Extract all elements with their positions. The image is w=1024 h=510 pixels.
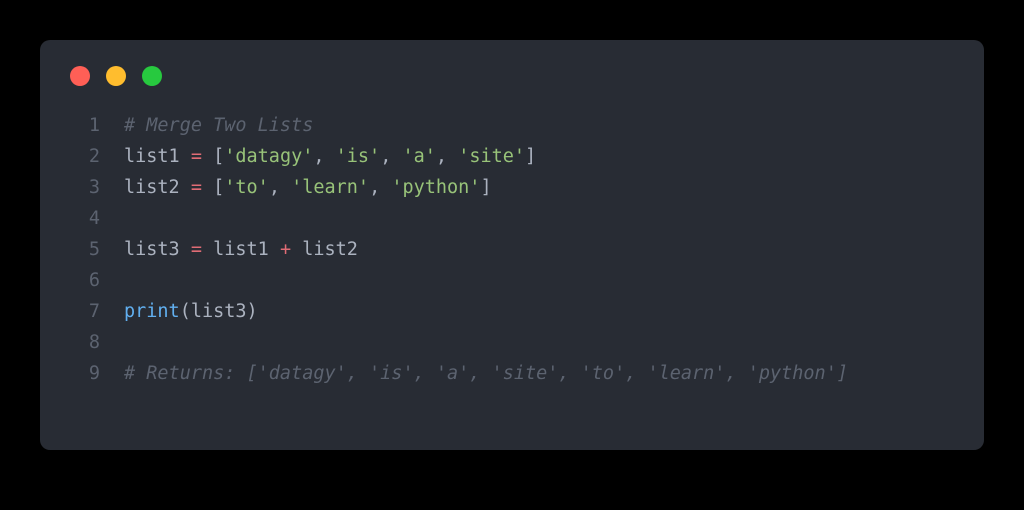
token: ] bbox=[480, 177, 491, 198]
code-line: 9# Returns: ['datagy', 'is', 'a', 'site'… bbox=[60, 358, 964, 389]
token: = bbox=[191, 146, 202, 167]
line-content: list2 = ['to', 'learn', 'python'] bbox=[124, 172, 492, 203]
code-line: 3list2 = ['to', 'learn', 'python'] bbox=[60, 172, 964, 203]
line-number: 2 bbox=[60, 141, 124, 172]
code-line: 6 bbox=[60, 265, 964, 296]
code-line: 4 bbox=[60, 203, 964, 234]
line-number: 3 bbox=[60, 172, 124, 203]
token: (list3) bbox=[180, 301, 258, 322]
line-content: list3 = list1 + list2 bbox=[124, 234, 358, 265]
token: , bbox=[269, 177, 291, 198]
token: 'to' bbox=[224, 177, 269, 198]
token: , bbox=[436, 146, 458, 167]
token: = bbox=[191, 177, 202, 198]
close-icon[interactable] bbox=[70, 66, 90, 86]
token: 'site' bbox=[458, 146, 525, 167]
token: print bbox=[124, 301, 180, 322]
code-line: 1# Merge Two Lists bbox=[60, 110, 964, 141]
token: list2 bbox=[124, 177, 191, 198]
token: list1 bbox=[202, 239, 280, 260]
token: , bbox=[369, 177, 391, 198]
minimize-icon[interactable] bbox=[106, 66, 126, 86]
line-content: list1 = ['datagy', 'is', 'a', 'site'] bbox=[124, 141, 536, 172]
token: + bbox=[280, 239, 291, 260]
token: list1 bbox=[124, 146, 191, 167]
token: 'learn' bbox=[291, 177, 369, 198]
token: list3 bbox=[124, 239, 191, 260]
token: 'datagy' bbox=[224, 146, 313, 167]
line-content: # Merge Two Lists bbox=[124, 110, 313, 141]
token: ] bbox=[525, 146, 536, 167]
token: [ bbox=[202, 177, 224, 198]
line-number: 5 bbox=[60, 234, 124, 265]
line-number: 1 bbox=[60, 110, 124, 141]
token: 'python' bbox=[391, 177, 480, 198]
code-line: 7print(list3) bbox=[60, 296, 964, 327]
token: list2 bbox=[291, 239, 358, 260]
token: , bbox=[313, 146, 335, 167]
code-line: 5list3 = list1 + list2 bbox=[60, 234, 964, 265]
token: , bbox=[380, 146, 402, 167]
line-number: 8 bbox=[60, 327, 124, 358]
line-content: print(list3) bbox=[124, 296, 258, 327]
zoom-icon[interactable] bbox=[142, 66, 162, 86]
line-number: 6 bbox=[60, 265, 124, 296]
code-line: 8 bbox=[60, 327, 964, 358]
token: [ bbox=[202, 146, 224, 167]
token: = bbox=[191, 239, 202, 260]
token: # Returns: ['datagy', 'is', 'a', 'site',… bbox=[124, 363, 848, 384]
code-window: 1# Merge Two Lists2list1 = ['datagy', 'i… bbox=[40, 40, 984, 450]
window-controls bbox=[40, 40, 984, 86]
line-number: 4 bbox=[60, 203, 124, 234]
token: # Merge Two Lists bbox=[124, 115, 313, 136]
code-line: 2list1 = ['datagy', 'is', 'a', 'site'] bbox=[60, 141, 964, 172]
code-area: 1# Merge Two Lists2list1 = ['datagy', 'i… bbox=[40, 86, 984, 389]
line-number: 7 bbox=[60, 296, 124, 327]
token: 'is' bbox=[336, 146, 381, 167]
line-content: # Returns: ['datagy', 'is', 'a', 'site',… bbox=[124, 358, 848, 389]
line-number: 9 bbox=[60, 358, 124, 389]
token: 'a' bbox=[402, 146, 435, 167]
